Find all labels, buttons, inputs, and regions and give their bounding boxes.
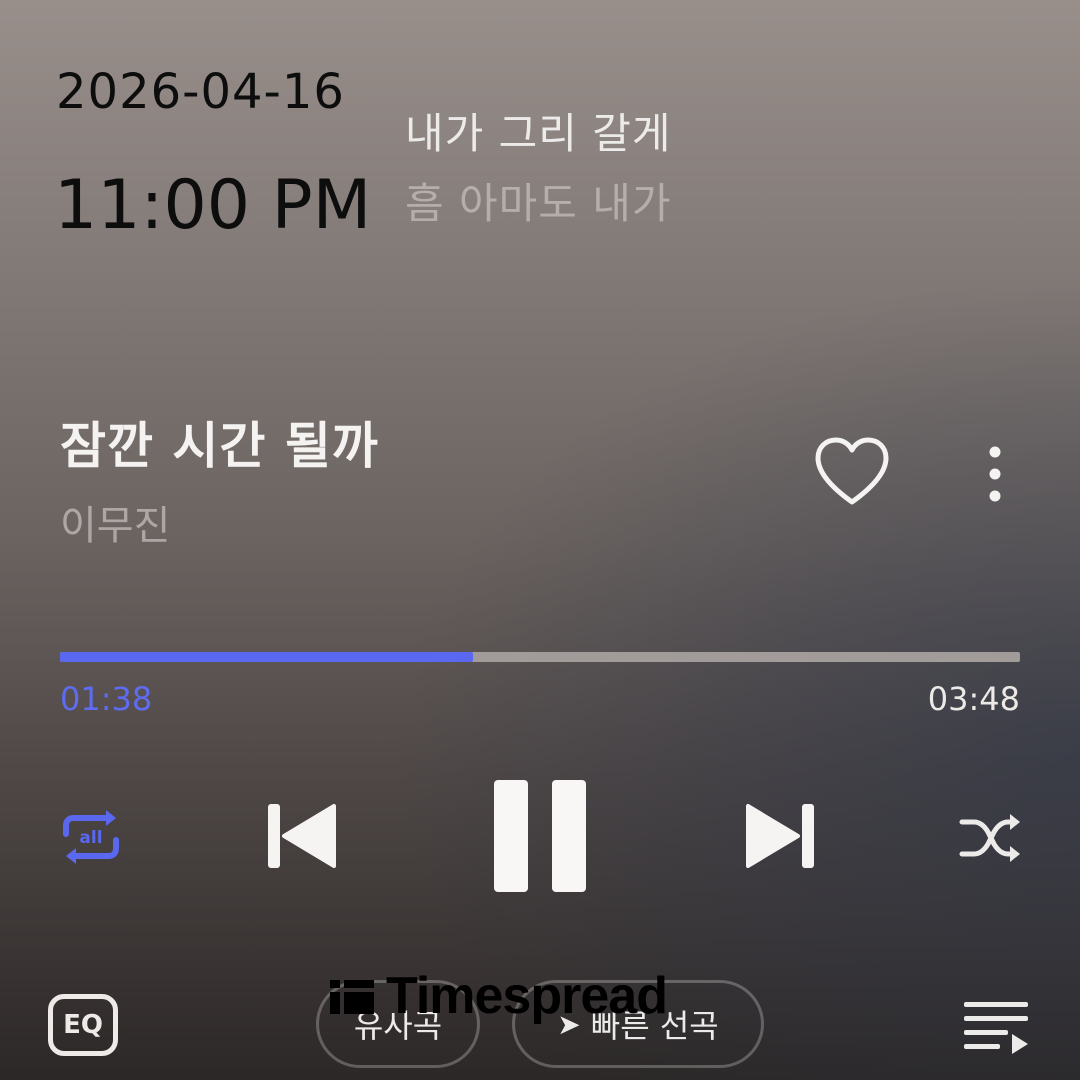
date-label: 2026-04-16 [56, 64, 345, 120]
shuffle-button[interactable] [956, 808, 1026, 868]
progress-bar[interactable] [60, 652, 1020, 662]
heart-icon [815, 437, 889, 505]
more-options-button[interactable] [970, 440, 1020, 508]
pause-icon [494, 780, 586, 892]
next-button[interactable] [740, 798, 820, 874]
eq-button[interactable]: EQ [48, 994, 118, 1056]
lyric-next-line[interactable]: 흠 아마도 내가 [405, 170, 672, 231]
shuffle-icon [959, 814, 1020, 862]
more-vertical-icon [989, 446, 1001, 502]
repeat-mode-label: all [79, 828, 102, 848]
watermark-text: Timespread [386, 967, 668, 1025]
time-label: 11:00 PM [54, 166, 372, 245]
skip-next-icon [746, 804, 814, 868]
pause-button[interactable] [490, 778, 590, 894]
track-title: 잠깐 시간 될까 [60, 417, 379, 475]
previous-button[interactable] [262, 798, 342, 874]
progress-fill [60, 652, 473, 662]
watermark-logo-icon [330, 980, 374, 1014]
skip-previous-icon [268, 804, 336, 868]
repeat-button[interactable]: all [56, 802, 126, 872]
track-artist[interactable]: 이무진 [60, 493, 170, 551]
like-button[interactable] [814, 436, 890, 508]
total-time: 03:48 [927, 680, 1020, 718]
repeat-all-icon: all [63, 810, 119, 864]
watermark: Timespread [328, 966, 668, 1026]
playlist-button[interactable] [962, 998, 1030, 1058]
lyric-current-line[interactable]: 내가 그리 갈게 [405, 100, 672, 161]
elapsed-time: 01:38 [60, 680, 153, 718]
playlist-icon [964, 1002, 1028, 1054]
